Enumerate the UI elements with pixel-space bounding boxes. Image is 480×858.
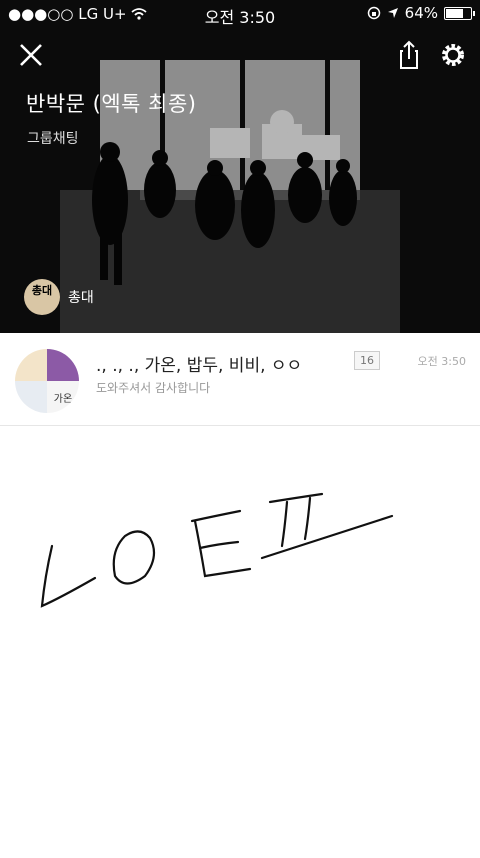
group-avatar: 가온 [15,349,79,413]
stroke-O [112,530,156,585]
chat-title: 반박문 (엑톡 최종) [26,92,197,116]
close-button[interactable] [14,38,48,72]
chat-type-label: 그룹채팅 [27,131,79,147]
owner-profile[interactable]: 총대 총대 [24,279,94,315]
stroke-E-main [193,519,252,578]
message-preview: 도와주셔서 감사합니다 [96,381,211,395]
avatar-quadrant [15,349,47,381]
avatar-quadrant [47,349,79,381]
stroke-I-left [280,500,289,548]
stroke-I-top [268,492,324,504]
battery-icon [444,6,475,20]
message-time: 오전 3:50 [417,355,466,368]
share-icon [400,40,418,69]
gear-icon [442,44,464,66]
orientation-lock-icon [367,6,380,20]
location-arrow-icon [387,8,398,18]
stroke-E-mid [198,540,240,550]
close-icon [20,44,42,66]
stroke-I-bottom [260,514,394,560]
drawing-canvas[interactable] [0,426,480,854]
owner-avatar-text: 총대 [31,284,53,297]
owner-name: 총대 [68,290,94,306]
stroke-E-top [190,509,242,523]
stroke-L [40,544,97,608]
avatar-quadrant-label: 가온 [47,381,79,413]
status-bar: ●●●○○ LG U+ 오전 3:50 64% [0,0,480,28]
participant-names: ., ., ., 가온, 밥두, 비비, ㅇㅇ [96,356,303,376]
avatar-quadrant [15,381,47,413]
settings-button[interactable] [436,38,470,72]
chat-header: ●●●○○ LG U+ 오전 3:50 64% 반박문 (엑톡 최종) 그룹채팅… [0,0,480,333]
share-button[interactable] [392,38,426,72]
owner-avatar: 총대 [24,279,60,315]
battery-percent: 64% [404,4,438,22]
stroke-I-right [303,496,312,541]
handwritten-strokes [40,492,394,608]
message-row[interactable]: 가온 ., ., ., 가온, 밥두, 비비, ㅇㅇ 16 오전 3:50 도와… [0,333,480,426]
member-count-badge: 16 [354,351,380,370]
